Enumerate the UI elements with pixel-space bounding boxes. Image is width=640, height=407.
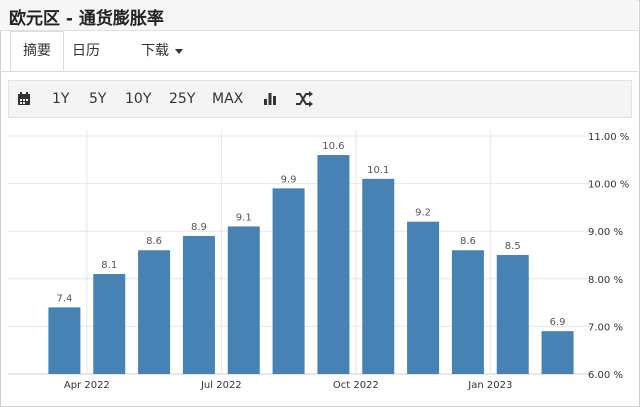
bar-value-label: 8.5 [505, 241, 521, 252]
y-tick-label: 11.00 % [588, 132, 629, 143]
tab-download-label: 下载 [141, 43, 169, 59]
bar-2022-06[interactable] [182, 235, 215, 374]
y-tick-label: 7.00 % [588, 322, 623, 333]
inflation-bar-chart: 7.4 8.1 8.6 8.9 9.1 9.9 10.6 10.1 9.2 8.6 8.5 6.9 A… [8, 130, 629, 391]
bar-2022-07[interactable] [227, 226, 260, 374]
page-title: 欧元区 - 通货膨胀率 [9, 9, 164, 29]
bar-value-label: 10.6 [322, 141, 344, 152]
bar-chart-icon [264, 93, 276, 105]
bar-chart-button[interactable] [263, 81, 277, 117]
bar-value-label: 9.9 [281, 174, 297, 185]
bar-value-label: 9.2 [415, 208, 431, 219]
range-5y-button[interactable]: 5Y [89, 81, 106, 117]
bar-2023-01[interactable] [496, 255, 529, 374]
bar-2023-02[interactable] [541, 331, 574, 374]
shuffle-icon [296, 91, 313, 107]
calendar-icon [18, 92, 30, 105]
y-tick-label: 9.00 % [588, 227, 623, 238]
bar-value-label: 9.1 [236, 212, 252, 223]
tab-download[interactable]: 下载 [141, 31, 183, 71]
x-tick-label: Jul 2022 [200, 380, 242, 391]
range-max-button[interactable]: MAX [212, 81, 243, 117]
bar-2022-04[interactable] [93, 274, 126, 374]
y-tick-label: 10.00 % [588, 180, 629, 191]
y-tick-label: 8.00 % [588, 275, 623, 286]
range-10y-button[interactable]: 10Y [125, 81, 151, 117]
calendar-button[interactable] [17, 81, 31, 117]
bar-value-label: 6.9 [550, 317, 566, 328]
tab-summary[interactable]: 摘要 [10, 31, 64, 71]
bar-2022-03[interactable] [48, 307, 81, 374]
bar-value-label: 8.6 [460, 236, 476, 247]
chart-toolbar: 1Y 5Y 10Y 25Y MAX [8, 80, 632, 118]
shuffle-button[interactable] [295, 81, 313, 117]
bar-2022-12[interactable] [451, 250, 484, 374]
tab-bar: 摘要 日历 下载 [0, 31, 638, 72]
tab-calendar-label: 日历 [72, 43, 100, 59]
bar-value-label: 8.1 [101, 260, 117, 271]
range-1y-button[interactable]: 1Y [52, 81, 69, 117]
bar-2022-11[interactable] [407, 221, 440, 374]
title-bar: 欧元区 - 通货膨胀率 [0, 0, 638, 31]
x-tick-label: Oct 2022 [333, 380, 379, 391]
bar-2022-10[interactable] [362, 178, 395, 374]
chevron-down-icon [175, 48, 183, 54]
bar-value-label: 8.6 [146, 236, 162, 247]
range-25y-button[interactable]: 25Y [169, 81, 195, 117]
tab-summary-label: 摘要 [23, 43, 51, 59]
chart-area: 7.4 8.1 8.6 8.9 9.1 9.9 10.6 10.1 9.2 8.6 8.5 6.9 A… [8, 122, 632, 392]
x-tick-label: Apr 2022 [64, 380, 110, 391]
bar-2022-08[interactable] [272, 188, 305, 374]
bar-2022-09[interactable] [317, 155, 350, 374]
bar-value-label: 8.9 [191, 222, 207, 233]
bar-value-label: 7.4 [56, 293, 72, 304]
x-tick-label: Jan 2023 [467, 380, 512, 391]
bar-value-label: 10.1 [367, 165, 389, 176]
bar-2022-05[interactable] [138, 250, 171, 374]
tab-calendar[interactable]: 日历 [72, 31, 100, 71]
y-tick-label: 6.00 % [588, 370, 623, 381]
